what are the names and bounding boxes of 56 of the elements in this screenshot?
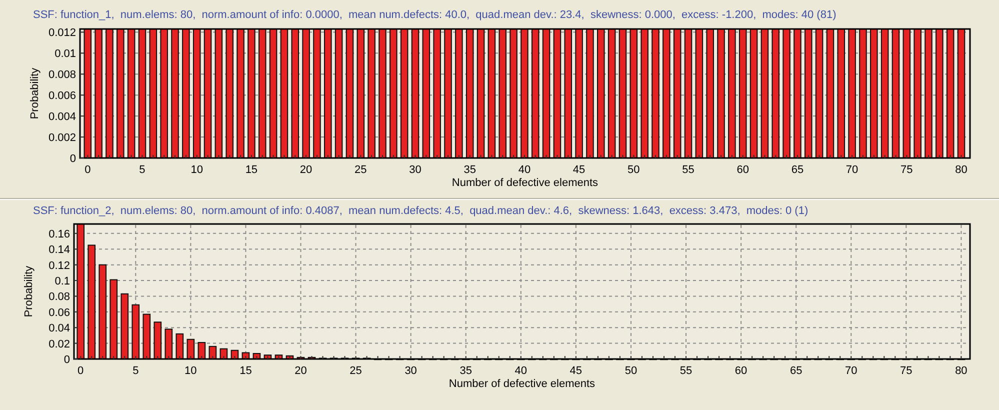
- axis-tick-label: 10: [190, 164, 203, 176]
- axis-tick-label: 15: [240, 365, 252, 377]
- axis-tick-label: 75: [900, 365, 912, 377]
- axis-tick-label: 65: [791, 164, 804, 176]
- axis-tick-label: 30: [404, 365, 417, 377]
- axis-tick-label: 80: [955, 164, 968, 176]
- axis-tick-label: 0: [70, 153, 76, 165]
- axis-tick-label: 0.02: [48, 338, 70, 350]
- axis-tick-label: 0.002: [48, 132, 76, 144]
- axis-tick-label: 25: [350, 365, 362, 377]
- axis-tick-label: 35: [460, 365, 472, 377]
- axis-tick-label: 0.04: [48, 322, 70, 335]
- axis-tick-label: 65: [790, 365, 802, 377]
- axis-tick-label: 70: [845, 365, 858, 377]
- axis-tick-label: 0.01: [54, 48, 76, 60]
- axis-tick-label: 0.12: [48, 260, 70, 272]
- axis-tick-label: 20: [294, 365, 307, 377]
- axis-label: Probability: [29, 68, 41, 120]
- axis-tick-label: 0.1: [54, 276, 70, 288]
- chart-title: SSF: function_1, num.elems: 80, norm.amount of info: 0.0000, mean num.defects: 40.0, quad.mean dev.: 23.4, skewness: 0.000, excess: -1.200, modes: 40 (81): [32, 8, 838, 23]
- axis-tick-label: 0.006: [48, 90, 76, 102]
- axis-label: Number of defective elements: [448, 378, 596, 390]
- axis-tick-label: 80: [955, 365, 968, 377]
- axis-tick-label: 5: [132, 365, 139, 377]
- axis-tick-label: 55: [680, 365, 692, 377]
- axis-tick-label: 40: [518, 164, 531, 176]
- axis-tick-label: 45: [570, 365, 582, 377]
- axis-tick-label: 0.16: [48, 228, 70, 240]
- axis-tick-label: 0.012: [48, 27, 76, 40]
- axis-tick-label: 10: [184, 365, 197, 377]
- axis-tick-label: 0.06: [48, 306, 70, 319]
- axis-tick-label: 35: [464, 164, 476, 176]
- axis-tick-label: 50: [624, 365, 638, 377]
- axis-tick-label: 0: [84, 164, 91, 176]
- axis-tick-label: 75: [900, 164, 913, 176]
- axis-tick-label: 0.004: [48, 111, 76, 124]
- axis-label: Number of defective elements: [452, 177, 598, 189]
- axis-tick-label: 30: [409, 164, 422, 176]
- axis-tick-label: 5: [139, 164, 146, 176]
- axis-tick-label: 70: [846, 164, 858, 176]
- axis-tick-label: 0.14: [48, 244, 70, 256]
- axis-tick-label: 60: [736, 164, 749, 176]
- axis-tick-label: 20: [300, 164, 312, 176]
- axis-tick-label: 45: [572, 164, 586, 176]
- axis-tick-label: 0.008: [48, 69, 76, 82]
- axis-tick-label: 50: [628, 164, 640, 176]
- axis-tick-label: 40: [514, 365, 528, 377]
- axis-tick-label: 0: [64, 354, 70, 366]
- axis-tick-label: 15: [245, 164, 258, 176]
- axis-label: Probability: [23, 266, 35, 318]
- axis-tick-label: 0.08: [48, 291, 70, 304]
- axis-tick-label: 0: [78, 365, 84, 377]
- axis-tick-label: 60: [734, 365, 748, 377]
- chart-title: SSF: function_2, num.elems: 80, norm.amount of info: 0.4087, mean num.defects: 4.5, quad.mean dev.: 4.6, skewness: 1.643, excess: 3.473, modes: 0 (1): [32, 204, 810, 219]
- axis-tick-label: 25: [354, 164, 367, 176]
- axis-tick-label: 55: [682, 164, 694, 176]
